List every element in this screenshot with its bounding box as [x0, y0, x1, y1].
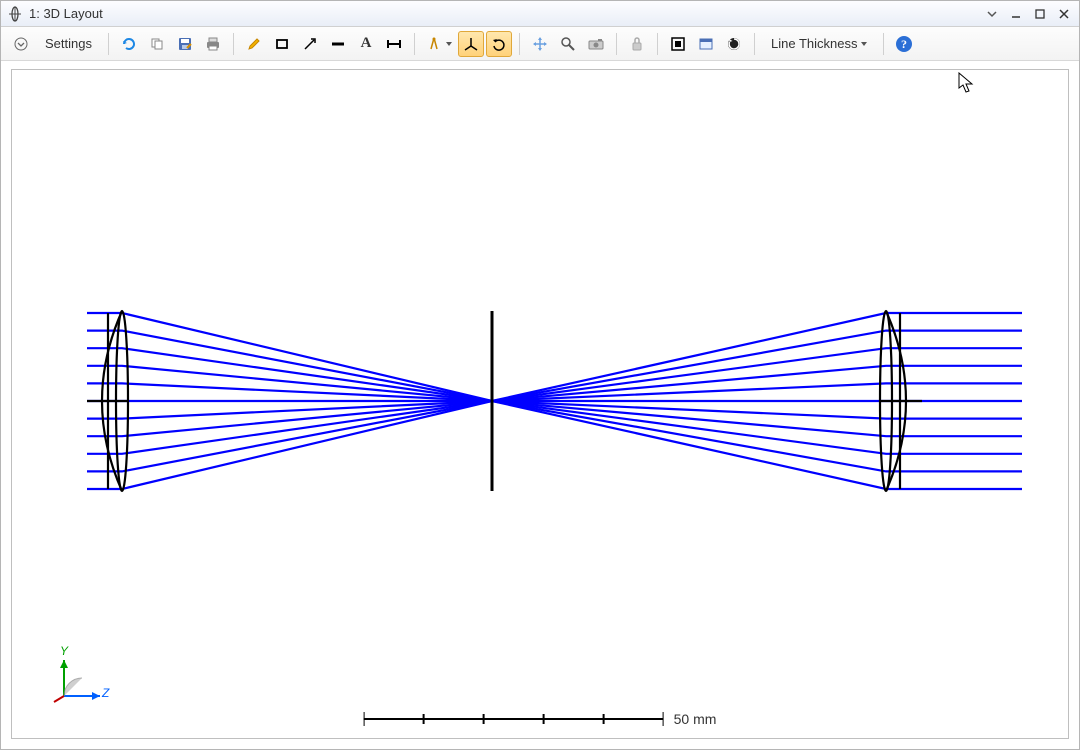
line-thickness-dropdown[interactable]: Line Thickness	[762, 31, 876, 57]
axis-gizmo: Y Z	[52, 648, 112, 708]
compass-button[interactable]	[422, 31, 456, 57]
optical-layout-diagram	[12, 70, 1068, 738]
settings-label: Settings	[45, 36, 92, 51]
reset-view-button[interactable]	[721, 31, 747, 57]
scale-label: 50 mm	[674, 711, 717, 727]
dimension-button[interactable]	[381, 31, 407, 57]
refresh-button[interactable]	[116, 31, 142, 57]
pencil-button[interactable]	[241, 31, 267, 57]
rectangle-button[interactable]	[269, 31, 295, 57]
svg-text:?: ?	[901, 37, 907, 51]
pan-button[interactable]	[527, 31, 553, 57]
gizmo-z-label: Z	[102, 686, 109, 700]
viewport-container: Y Z 50 mm	[1, 61, 1079, 749]
separator	[233, 33, 234, 55]
app-window: 1: 3D Layout Settings	[0, 0, 1080, 750]
save-button[interactable]	[172, 31, 198, 57]
text-button[interactable]: A	[353, 31, 379, 57]
camera-button[interactable]	[583, 31, 609, 57]
separator	[657, 33, 658, 55]
scale-bar: 50 mm	[364, 710, 717, 728]
help-button[interactable]: ?	[891, 31, 917, 57]
text-icon: A	[361, 35, 372, 52]
maximize-button[interactable]	[1029, 4, 1051, 24]
settings-button[interactable]: Settings	[36, 31, 101, 57]
viewport[interactable]: Y Z 50 mm	[11, 69, 1069, 739]
window-button[interactable]	[693, 31, 719, 57]
dropdown-arrow-icon[interactable]	[981, 4, 1003, 24]
print-button[interactable]	[200, 31, 226, 57]
separator	[519, 33, 520, 55]
separator	[883, 33, 884, 55]
separator	[414, 33, 415, 55]
fit-button[interactable]	[665, 31, 691, 57]
toolbar: Settings A	[1, 27, 1079, 61]
copy-button[interactable]	[144, 31, 170, 57]
close-button[interactable]	[1053, 4, 1075, 24]
axes3d-button[interactable]	[458, 31, 484, 57]
app-icon	[7, 6, 23, 22]
rotate-button[interactable]	[486, 31, 512, 57]
collapse-button[interactable]	[8, 31, 34, 57]
separator	[754, 33, 755, 55]
zoom-button[interactable]	[555, 31, 581, 57]
minimize-button[interactable]	[1005, 4, 1027, 24]
separator	[616, 33, 617, 55]
line-thickness-label: Line Thickness	[771, 36, 857, 51]
titlebar: 1: 3D Layout	[1, 1, 1079, 27]
arrow-button[interactable]	[297, 31, 323, 57]
line-button[interactable]	[325, 31, 351, 57]
window-title: 1: 3D Layout	[29, 6, 103, 21]
gizmo-y-label: Y	[60, 644, 68, 658]
lock-button[interactable]	[624, 31, 650, 57]
separator	[108, 33, 109, 55]
